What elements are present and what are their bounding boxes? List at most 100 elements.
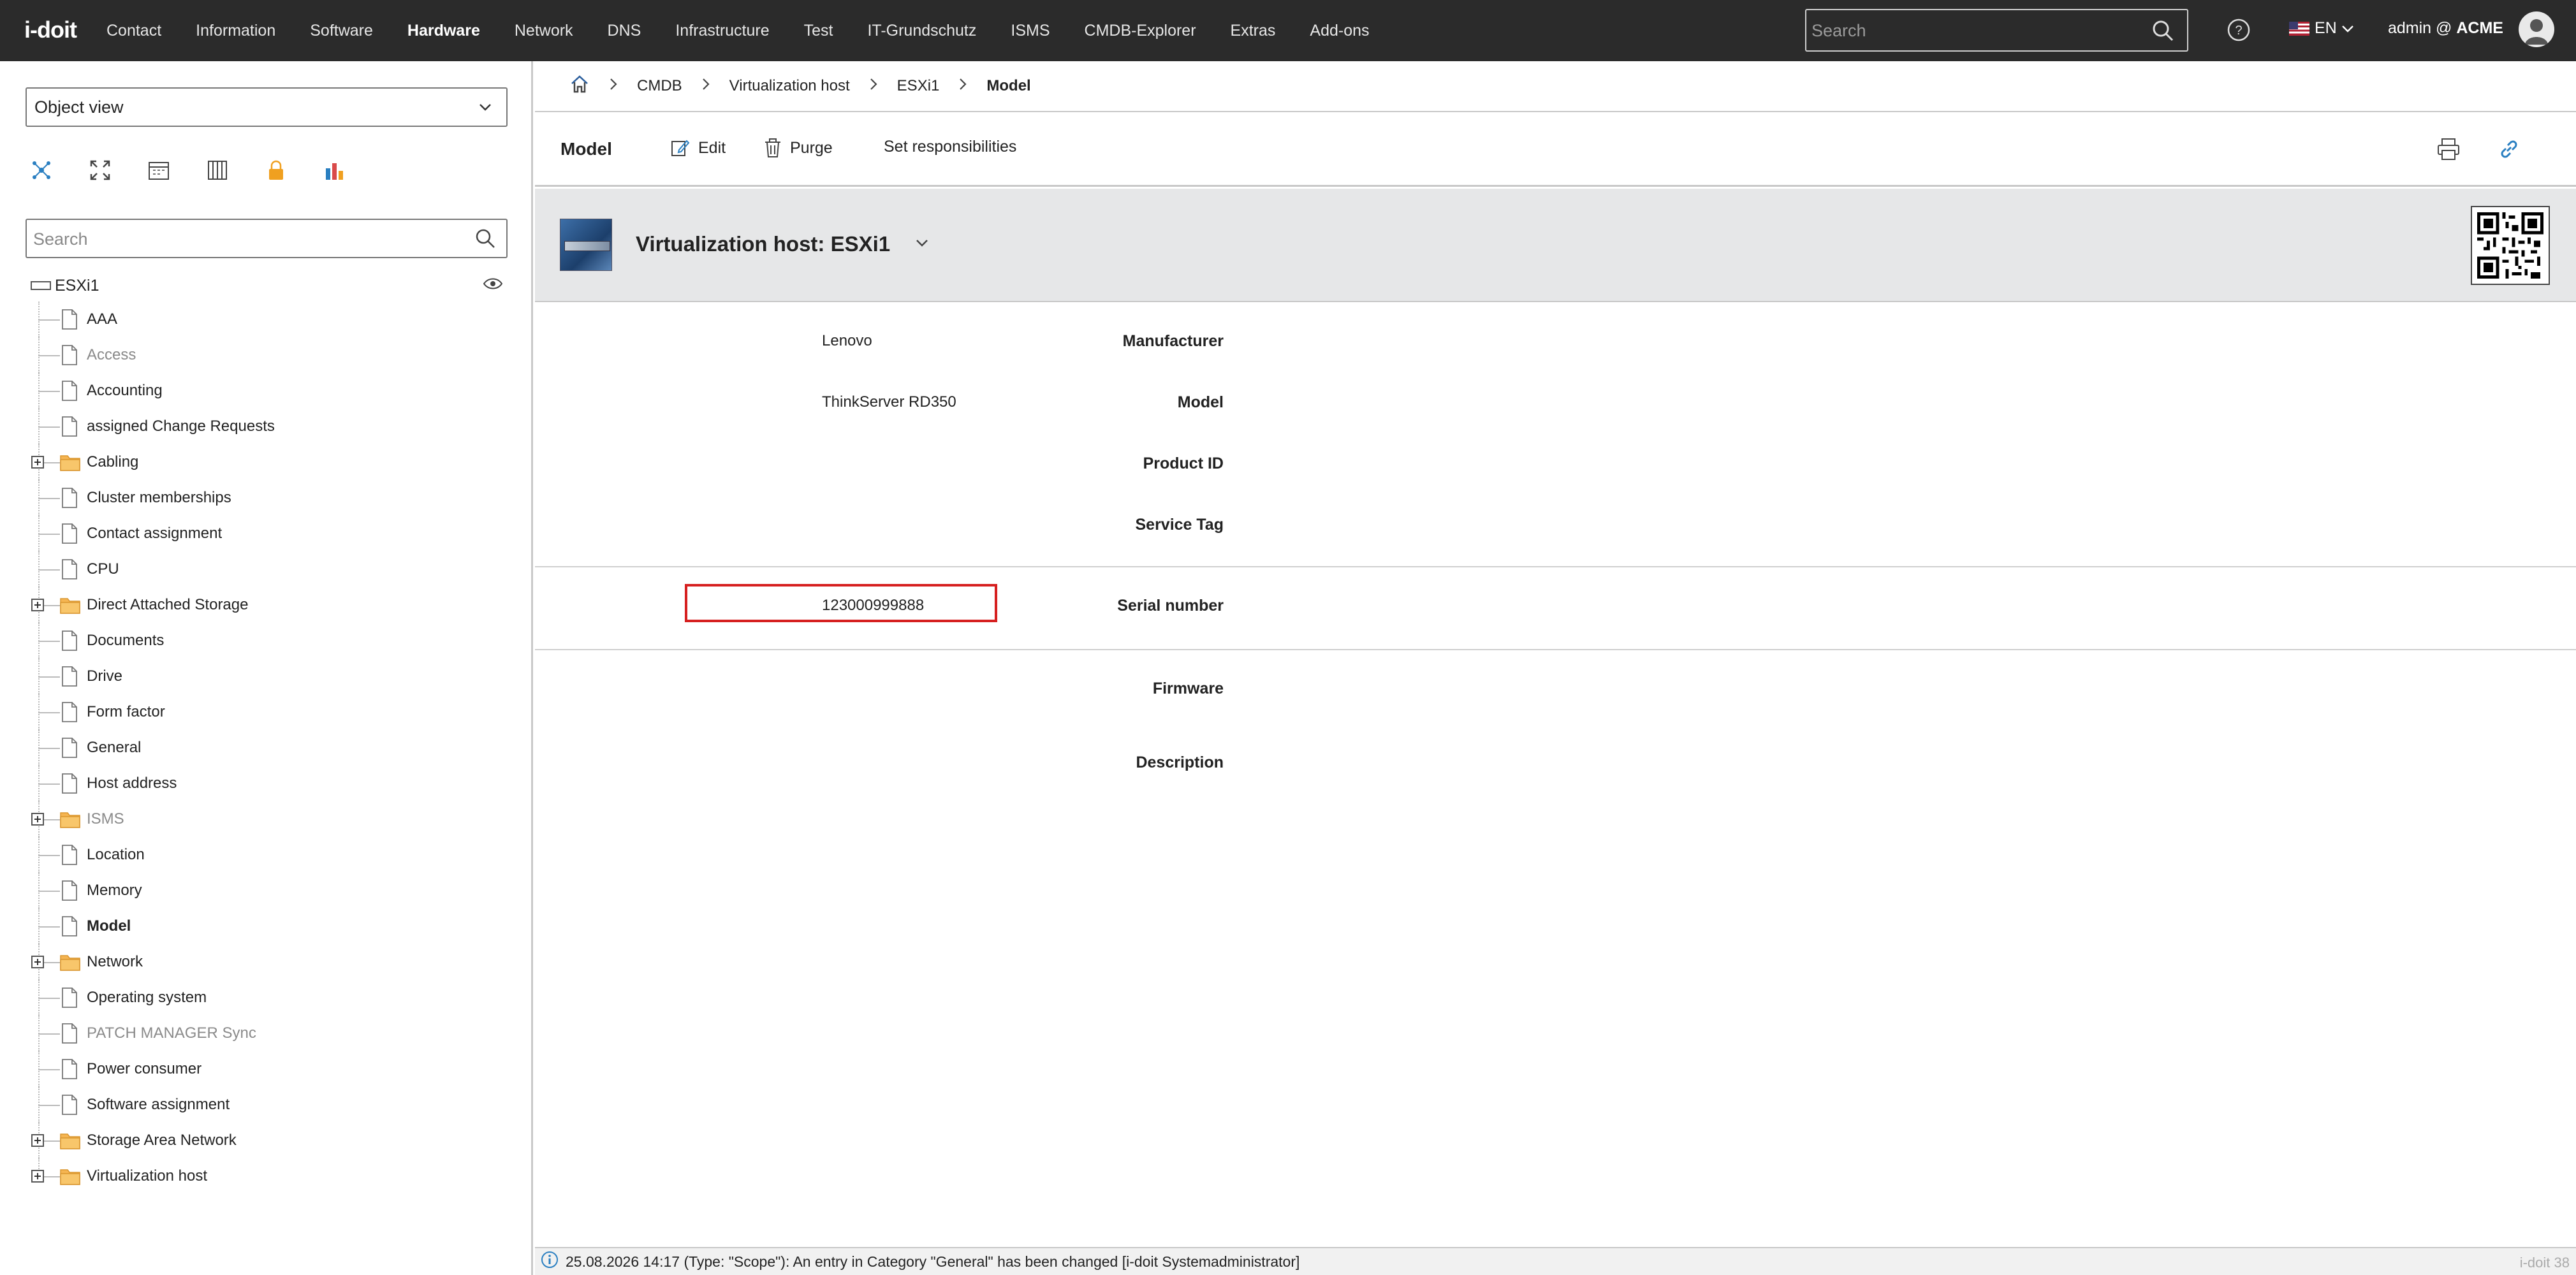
search-icon[interactable] <box>474 228 496 252</box>
edit-icon <box>671 140 690 156</box>
folder-icon <box>60 810 80 833</box>
global-search[interactable] <box>1805 9 2188 52</box>
nav-item-network[interactable]: Network <box>497 22 590 40</box>
tree-item-label: Network <box>87 953 143 970</box>
purge-label: Purge <box>790 138 833 157</box>
object-header: Virtualization host: ESXi1 <box>535 189 2576 302</box>
language-selector[interactable]: EN <box>2289 19 2355 38</box>
user-menu[interactable]: admin @ ACME <box>2388 19 2503 38</box>
tree-item[interactable]: Location <box>0 837 533 873</box>
set-responsibilities-button[interactable]: Set responsibilities <box>884 138 1016 156</box>
print-icon[interactable] <box>2436 138 2461 164</box>
breadcrumb-item[interactable]: ESXi1 <box>897 77 940 95</box>
view-select-value: Object view <box>34 98 124 117</box>
nav-item-add-ons[interactable]: Add-ons <box>1292 22 1386 40</box>
tree-item[interactable]: Memory <box>0 873 533 908</box>
nav-item-information[interactable]: Information <box>179 22 293 40</box>
tree-item[interactable]: Accounting <box>0 373 533 409</box>
tree-item[interactable]: Drive <box>0 659 533 694</box>
tree-item[interactable]: Direct Attached Storage <box>0 587 533 623</box>
file-icon <box>61 773 78 798</box>
tree-item[interactable]: ISMS <box>0 801 533 837</box>
tree-item[interactable]: Host address <box>0 766 533 801</box>
link-icon[interactable] <box>2498 138 2521 164</box>
rack-icon[interactable] <box>207 157 265 184</box>
nav-item-test[interactable]: Test <box>787 22 851 40</box>
expand-icon[interactable] <box>31 456 44 469</box>
tree-item[interactable]: Power consumer <box>0 1051 533 1087</box>
nav-item-software[interactable]: Software <box>293 22 390 40</box>
tree-line <box>38 1033 60 1035</box>
expand-icon[interactable] <box>31 956 44 968</box>
tree-search[interactable] <box>26 219 508 258</box>
tree-item[interactable]: Virtualization host <box>0 1158 533 1194</box>
fullscreen-icon[interactable] <box>89 157 148 184</box>
help-icon[interactable]: ? <box>2227 18 2251 45</box>
expand-icon[interactable] <box>31 813 44 826</box>
file-icon <box>61 630 78 655</box>
tree-item[interactable]: AAA <box>0 302 533 337</box>
app-window: i-doit Contact Information Software Hardwar… <box>0 0 2576 1275</box>
nav-item-hardware[interactable]: Hardware <box>390 22 497 40</box>
chevron-down-icon[interactable] <box>914 236 930 253</box>
tree-item[interactable]: PATCH MANAGER Sync <box>0 1016 533 1051</box>
nav-item-cmdb-explorer[interactable]: CMDB-Explorer <box>1067 22 1213 40</box>
file-icon <box>61 880 78 905</box>
qr-code-image[interactable] <box>2471 206 2550 285</box>
tree-item-label: Memory <box>87 882 142 899</box>
file-icon <box>61 416 78 441</box>
tree-item[interactable]: Cluster memberships <box>0 480 533 516</box>
serial-number-label: Serial number <box>1117 597 1224 615</box>
tree-item[interactable]: CPU <box>0 551 533 587</box>
breadcrumb-item[interactable]: CMDB <box>637 77 682 95</box>
tree-item[interactable]: Contact assignment <box>0 516 533 551</box>
tree-item[interactable]: General <box>0 730 533 766</box>
expand-icon[interactable] <box>31 1134 44 1147</box>
tree-item-label: Software assignment <box>87 1096 230 1113</box>
user-name: admin @ <box>2388 19 2452 37</box>
purge-button[interactable]: Purge <box>763 138 833 158</box>
tree-item[interactable]: assigned Change Requests <box>0 409 533 444</box>
search-icon[interactable] <box>2151 19 2174 45</box>
view-select[interactable]: Object view <box>26 87 508 127</box>
file-icon <box>61 1059 78 1084</box>
calendar-icon[interactable] <box>148 157 207 184</box>
tree-line <box>38 569 60 571</box>
tree-item[interactable]: Storage Area Network <box>0 1123 533 1158</box>
breadcrumb-item[interactable]: Model <box>986 77 1030 95</box>
expand-icon[interactable] <box>31 599 44 611</box>
chart-icon[interactable] <box>324 157 383 184</box>
nav-item-extras[interactable]: Extras <box>1213 22 1293 40</box>
top-navigation-bar: i-doit Contact Information Software Hardwar… <box>0 0 2576 61</box>
tree-item[interactable]: Network <box>0 944 533 980</box>
global-search-input[interactable] <box>1811 17 2143 45</box>
breadcrumb-item[interactable]: Virtualization host <box>729 77 850 95</box>
avatar[interactable] <box>2519 11 2554 47</box>
tree-item[interactable]: Operating system <box>0 980 533 1016</box>
relations-icon[interactable] <box>31 157 89 184</box>
nav-item-it-grundschutz[interactable]: IT-Grundschutz <box>850 22 993 40</box>
idoit-logo[interactable]: i-doit <box>24 17 77 43</box>
tree-item[interactable]: Form factor <box>0 694 533 730</box>
tree-item[interactable]: Model <box>0 908 533 944</box>
tree-item-label: Power consumer <box>87 1060 202 1077</box>
tree-item[interactable]: Documents <box>0 623 533 659</box>
expand-icon[interactable] <box>31 1170 44 1183</box>
tree-line <box>38 1069 60 1070</box>
tree-item[interactable]: Access <box>0 337 533 373</box>
edit-button[interactable]: Edit <box>670 138 726 158</box>
tree-item-label: Access <box>87 346 136 363</box>
tree-item-label: Contact assignment <box>87 525 223 542</box>
nav-item-isms[interactable]: ISMS <box>993 22 1067 40</box>
tree-root[interactable]: ESXi1 <box>31 272 503 300</box>
tree-search-input[interactable] <box>33 226 448 252</box>
tree-item[interactable]: Cabling <box>0 444 533 480</box>
lock-icon[interactable] <box>265 157 324 184</box>
folder-icon <box>60 953 80 975</box>
nav-item-contact[interactable]: Contact <box>89 22 179 40</box>
tree-item[interactable]: Software assignment <box>0 1087 533 1123</box>
nav-item-infrastructure[interactable]: Infrastructure <box>658 22 786 40</box>
eye-icon[interactable] <box>483 277 503 295</box>
nav-item-dns[interactable]: DNS <box>590 22 659 40</box>
home-icon[interactable] <box>569 74 590 99</box>
